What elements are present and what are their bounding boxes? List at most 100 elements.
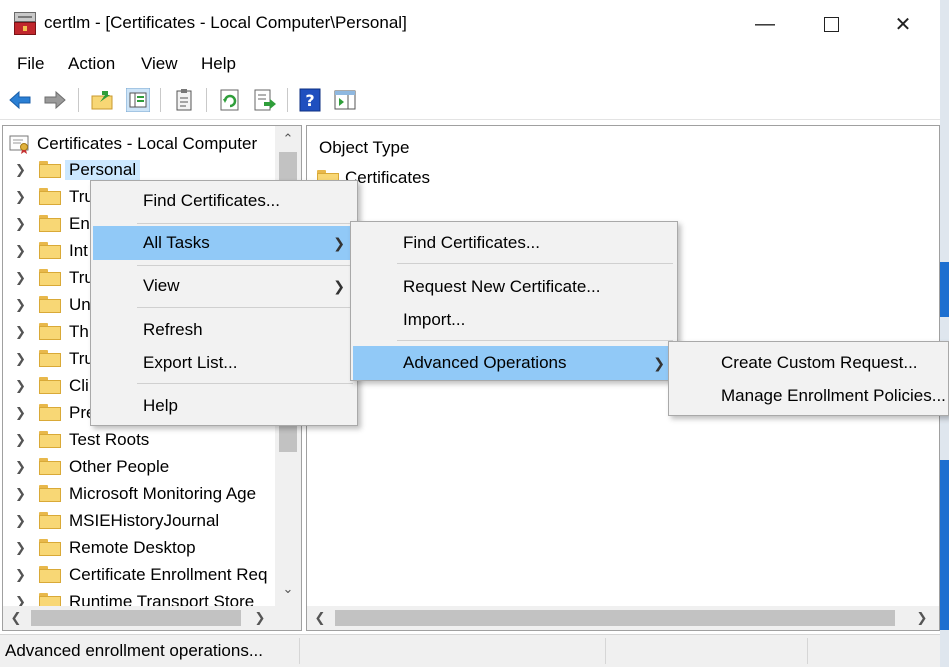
folder-icon: [39, 161, 61, 178]
submenu-arrow-icon: ❯: [333, 278, 345, 294]
tree-root[interactable]: Certificates - Local Computer: [9, 132, 257, 156]
tree-item-label: Int: [69, 240, 88, 260]
menu-item-refresh[interactable]: Refresh: [93, 313, 355, 347]
close-icon: ✕: [894, 13, 912, 36]
expand-chevron-icon[interactable]: ❯: [15, 432, 29, 448]
scroll-thumb[interactable]: [31, 610, 241, 626]
expand-chevron-icon[interactable]: ❯: [15, 540, 29, 556]
scroll-up-icon[interactable]: ⌃: [275, 128, 301, 150]
menu-item-import[interactable]: Import...: [353, 303, 675, 337]
help-icon[interactable]: ?: [299, 88, 323, 112]
expand-chevron-icon[interactable]: ❯: [15, 405, 29, 421]
minimize-button[interactable]: —: [742, 0, 788, 48]
advanced-operations-submenu: Create Custom Request... Manage Enrollme…: [668, 341, 949, 416]
tree-item-label: En: [69, 213, 90, 233]
tree-item-label: Un: [69, 294, 91, 314]
menu-item-label: Find Certificates...: [403, 233, 540, 252]
background-window-edge: [940, 0, 949, 667]
menu-item-label: Export List...: [143, 353, 238, 372]
properties-icon[interactable]: [172, 88, 196, 112]
close-button[interactable]: ✕: [880, 0, 926, 48]
up-folder-icon[interactable]: [90, 88, 114, 112]
menu-item-find-certificates[interactable]: Find Certificates...: [93, 184, 355, 218]
menu-item-label: Import...: [403, 310, 466, 329]
window-title: certlm - [Certificates - Local Computer\…: [44, 13, 407, 32]
action-pane-icon[interactable]: [333, 88, 357, 112]
expand-chevron-icon[interactable]: ❯: [15, 270, 29, 286]
tree-root-label: Certificates - Local Computer: [37, 134, 258, 153]
tree-item-label: Cli: [69, 375, 89, 395]
folder-icon: [39, 485, 61, 502]
certlm-app-icon[interactable]: [14, 12, 36, 36]
folder-icon: [39, 242, 61, 259]
menu-item-all-tasks[interactable]: All Tasks ❯: [93, 226, 355, 260]
expand-chevron-icon[interactable]: ❯: [15, 567, 29, 583]
forward-icon[interactable]: [43, 88, 67, 112]
refresh-icon[interactable]: [218, 88, 242, 112]
expand-chevron-icon[interactable]: ❯: [15, 351, 29, 367]
scroll-right-icon[interactable]: ❯: [911, 606, 933, 630]
expand-chevron-icon[interactable]: ❯: [15, 459, 29, 475]
status-bar: Advanced enrollment operations...: [0, 634, 940, 667]
tree-item-certificate-enrollment-requests[interactable]: ❯ Certificate Enrollment Req: [3, 561, 275, 588]
menu-item-label: View: [143, 276, 180, 295]
menu-item-advanced-operations[interactable]: Advanced Operations ❯: [353, 346, 675, 380]
tree-item-test-roots[interactable]: ❯ Test Roots: [3, 426, 275, 453]
expand-chevron-icon[interactable]: ❯: [15, 162, 29, 178]
tree-item-remote-desktop[interactable]: ❯ Remote Desktop: [3, 534, 275, 561]
menu-item-help[interactable]: Help: [93, 389, 355, 423]
folder-icon: [39, 539, 61, 556]
tree-horizontal-scrollbar[interactable]: ❮ ❯: [3, 606, 301, 630]
scroll-left-icon[interactable]: ❮: [309, 606, 331, 630]
menu-item-find-certificates[interactable]: Find Certificates...: [353, 226, 675, 260]
expand-chevron-icon[interactable]: ❯: [15, 243, 29, 259]
scroll-down-icon[interactable]: ⌄: [275, 578, 301, 600]
menu-item-label: All Tasks: [143, 233, 210, 252]
tree-item-microsoft-monitoring-agent[interactable]: ❯ Microsoft Monitoring Age: [3, 480, 275, 507]
menu-item-create-custom-request[interactable]: Create Custom Request...: [671, 346, 946, 380]
menu-file[interactable]: File: [17, 54, 44, 74]
expand-chevron-icon[interactable]: ❯: [15, 324, 29, 340]
show-hide-tree-icon[interactable]: [126, 88, 150, 112]
menu-view[interactable]: View: [141, 54, 178, 74]
all-tasks-submenu: Find Certificates... Request New Certifi…: [350, 221, 678, 381]
expand-chevron-icon[interactable]: ❯: [15, 378, 29, 394]
status-text: Advanced enrollment operations...: [0, 638, 300, 664]
context-menu: Find Certificates... All Tasks ❯ View ❯ …: [90, 180, 358, 426]
back-icon[interactable]: [8, 88, 32, 112]
folder-icon: [39, 215, 61, 232]
menu-item-request-new-certificate[interactable]: Request New Certificate...: [353, 270, 675, 304]
expand-chevron-icon[interactable]: ❯: [15, 513, 29, 529]
expand-chevron-icon[interactable]: ❯: [15, 216, 29, 232]
expand-chevron-icon[interactable]: ❯: [15, 486, 29, 502]
menu-item-export-list[interactable]: Export List...: [93, 346, 355, 380]
menu-item-label: Manage Enrollment Policies...: [721, 386, 946, 405]
tree-item-other-people[interactable]: ❯ Other People: [3, 453, 275, 480]
tree-item-label: Microsoft Monitoring Age: [69, 483, 257, 503]
maximize-button[interactable]: [808, 0, 854, 48]
menu-action[interactable]: Action: [68, 54, 115, 74]
status-pane: [302, 638, 606, 664]
certificates-snapin-icon: [9, 135, 29, 154]
folder-icon: [39, 188, 61, 205]
scroll-right-icon[interactable]: ❯: [249, 606, 271, 630]
menu-item-label: Refresh: [143, 320, 203, 339]
tree-item-label: Other People: [69, 456, 170, 476]
scroll-left-icon[interactable]: ❮: [5, 606, 27, 630]
status-pane: [608, 638, 808, 664]
results-horizontal-scrollbar[interactable]: ❮ ❯: [307, 606, 939, 630]
scroll-thumb[interactable]: [335, 610, 895, 626]
folder-icon: [39, 431, 61, 448]
folder-icon: [39, 377, 61, 394]
tree-item-msiehistoryjournal[interactable]: ❯ MSIEHistoryJournal: [3, 507, 275, 534]
menu-help[interactable]: Help: [201, 54, 236, 74]
expand-chevron-icon[interactable]: ❯: [15, 189, 29, 205]
column-header-object-type[interactable]: Object Type: [319, 138, 409, 158]
expand-chevron-icon[interactable]: ❯: [15, 297, 29, 313]
menu-item-view[interactable]: View ❯: [93, 269, 355, 303]
export-list-icon[interactable]: [253, 88, 277, 112]
tree-item-personal[interactable]: ❯ Personal: [3, 156, 275, 183]
menu-item-manage-enrollment-policies[interactable]: Manage Enrollment Policies...: [671, 379, 946, 413]
tree-item-label: Th: [69, 321, 89, 341]
folder-icon: [39, 404, 61, 421]
